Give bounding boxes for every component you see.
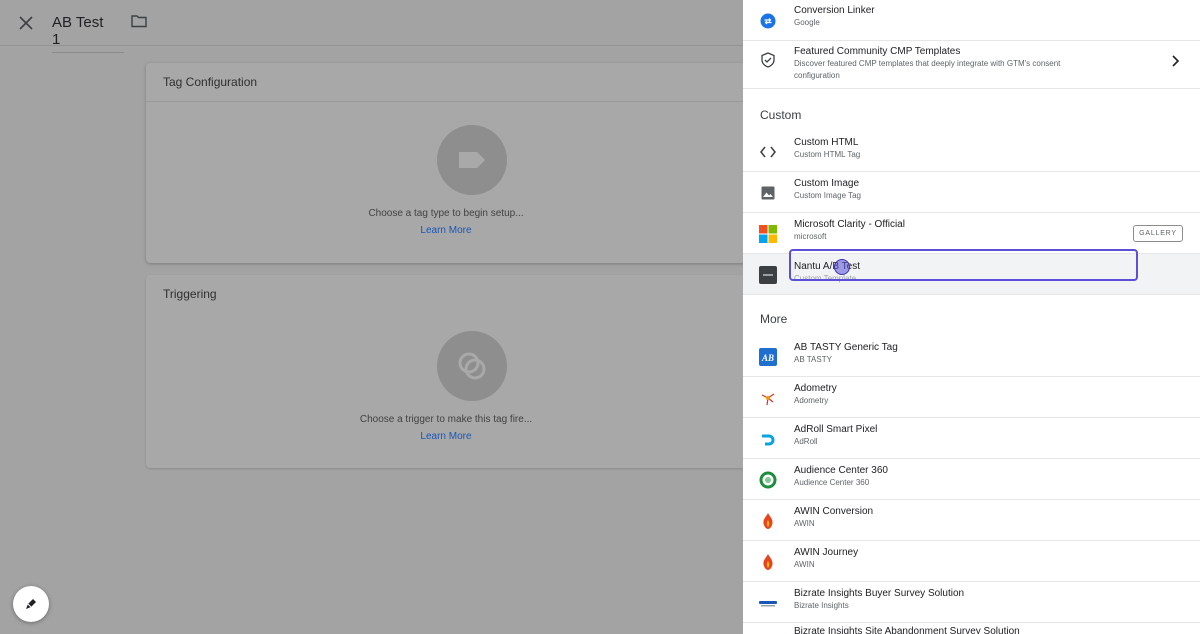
tag-name-input[interactable]: AB Test 1 xyxy=(52,12,124,53)
list-item-bizrate-buyer-survey[interactable]: Bizrate Insights Buyer Survey Solution B… xyxy=(743,582,1200,623)
adometry-icon xyxy=(759,389,777,407)
editor-topbar: AB Test 1 xyxy=(0,0,743,53)
cursor-indicator xyxy=(834,259,850,275)
image-icon xyxy=(759,184,777,202)
list-item-awin-conversion[interactable]: AWIN Conversion AWIN xyxy=(743,500,1200,541)
list-item-sub: AWIN xyxy=(794,560,815,569)
conversion-linker-icon xyxy=(759,12,777,30)
close-button[interactable] xyxy=(14,11,38,35)
shield-check-icon xyxy=(759,51,777,69)
list-item-sub: microsoft xyxy=(794,232,827,241)
tag-configuration-title: Tag Configuration xyxy=(163,75,258,89)
list-item-name: Audience Center 360 xyxy=(794,465,888,476)
tag-type-placeholder[interactable] xyxy=(437,125,507,195)
folder-icon xyxy=(131,15,147,28)
list-item-name: Microsoft Clarity - Official xyxy=(794,219,905,230)
tag-editor-backdrop[interactable]: AB Test 1 Tag Configuration Choose a tag… xyxy=(0,0,746,634)
list-item-conversion-linker[interactable]: Conversion Linker Google xyxy=(743,0,1200,41)
code-icon xyxy=(759,143,777,161)
list-item-ab-tasty[interactable]: AB AB TASTY Generic Tag AB TASTY xyxy=(743,336,1200,377)
list-item-name: Adometry xyxy=(794,383,837,394)
tag-configuration-hint: Choose a tag type to begin setup... xyxy=(368,208,524,219)
list-item-sub: Bizrate Insights xyxy=(794,601,849,610)
trigger-icon xyxy=(458,352,486,380)
list-item-name: AWIN Journey xyxy=(794,547,859,558)
list-item-nantu-ab-test[interactable]: Nantu A/B Test Custom Template xyxy=(743,249,1200,295)
list-item-custom-image[interactable]: Custom Image Custom Image Tag xyxy=(743,172,1200,213)
triggering-hint: Choose a trigger to make this tag fire..… xyxy=(359,414,533,425)
awin-icon xyxy=(759,553,777,571)
section-heading-custom: Custom xyxy=(760,108,802,122)
list-item-name: AdRoll Smart Pixel xyxy=(794,424,878,435)
trigger-placeholder[interactable] xyxy=(437,331,507,401)
card-divider xyxy=(146,101,746,102)
tag-type-panel[interactable]: Conversion Linker Google Featured Commun… xyxy=(743,0,1200,634)
svg-text:AB: AB xyxy=(761,353,774,363)
list-item-name: AB TASTY Generic Tag xyxy=(794,342,898,353)
list-item-adometry[interactable]: Adometry Adometry xyxy=(743,377,1200,418)
awin-icon xyxy=(759,512,777,530)
floating-action-button[interactable] xyxy=(13,586,49,622)
adroll-icon xyxy=(759,430,777,448)
list-item-sub: Audience Center 360 xyxy=(794,478,870,487)
list-item-sub: AB TASTY xyxy=(794,355,832,364)
pen-icon xyxy=(26,599,36,609)
list-item-microsoft-clarity[interactable]: Microsoft Clarity - Official microsoft G… xyxy=(743,213,1200,254)
close-icon xyxy=(19,16,33,30)
list-item-sub: Adometry xyxy=(794,396,829,405)
list-item-name: Bizrate Insights Buyer Survey Solution xyxy=(794,588,965,599)
list-item-sub-line2: configuration xyxy=(794,71,840,80)
list-item-custom-html[interactable]: Custom HTML Custom HTML Tag xyxy=(743,131,1200,172)
audience-center-icon xyxy=(759,471,777,489)
tag-configuration-learn-more-link[interactable]: Learn More xyxy=(146,225,746,236)
list-item-awin-journey[interactable]: AWIN Journey AWIN xyxy=(743,541,1200,582)
triggering-learn-more-link[interactable]: Learn More xyxy=(146,431,746,442)
tag-configuration-card[interactable]: Tag Configuration Choose a tag type to b… xyxy=(146,63,746,263)
list-item-sub: Discover featured CMP templates that dee… xyxy=(794,59,1061,68)
microsoft-logo-icon xyxy=(759,225,777,243)
list-item-name: Custom Image xyxy=(794,178,860,189)
gallery-button[interactable]: GALLERY xyxy=(1133,225,1183,242)
tag-icon xyxy=(459,152,485,168)
chevron-right-icon xyxy=(1172,55,1180,67)
bizrate-icon xyxy=(759,594,777,612)
list-item-sub: Google xyxy=(794,18,820,27)
list-item-adroll[interactable]: AdRoll Smart Pixel AdRoll xyxy=(743,418,1200,459)
list-item-sub: Custom Image Tag xyxy=(794,191,861,200)
list-item-bizrate-site-abandonment[interactable]: Bizrate Insights Site Abandonment Survey… xyxy=(743,623,1200,634)
folder-button[interactable] xyxy=(130,12,152,34)
list-item-sub: Custom HTML Tag xyxy=(794,150,861,159)
list-item-sub: AdRoll xyxy=(794,437,818,446)
nantu-template-icon xyxy=(759,266,777,284)
triggering-card[interactable]: Triggering Choose a trigger to make this… xyxy=(146,275,746,468)
list-item-name: Custom HTML xyxy=(794,137,859,148)
ab-tasty-icon: AB xyxy=(759,348,777,366)
list-item-name: Featured Community CMP Templates xyxy=(794,46,961,57)
triggering-title: Triggering xyxy=(163,287,217,301)
section-heading-more: More xyxy=(760,312,788,326)
list-item-audience-center[interactable]: Audience Center 360 Audience Center 360 xyxy=(743,459,1200,500)
list-item-featured-cmp[interactable]: Featured Community CMP Templates Discove… xyxy=(743,39,1200,89)
list-item-sub: AWIN xyxy=(794,519,815,528)
list-item-name: Bizrate Insights Site Abandonment Survey… xyxy=(794,626,1020,634)
list-item-name: AWIN Conversion xyxy=(794,506,874,517)
list-item-name: Conversion Linker xyxy=(794,5,875,16)
